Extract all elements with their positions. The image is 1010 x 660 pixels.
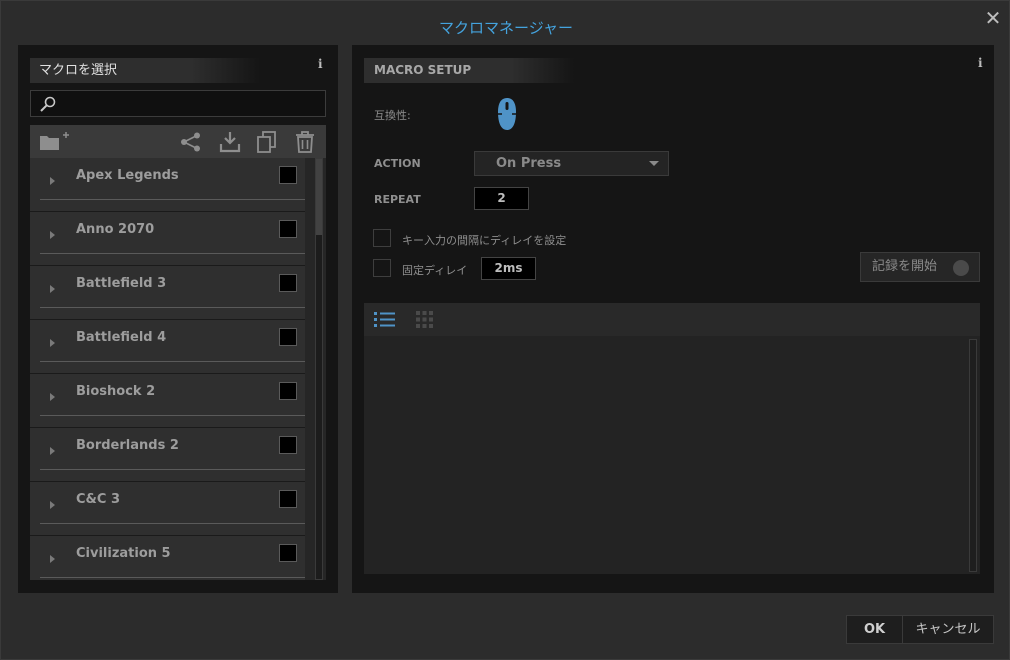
list-item-checkbox[interactable] [279, 382, 297, 400]
chevron-down-icon [649, 161, 659, 166]
copy-icon[interactable] [257, 131, 277, 153]
info-icon[interactable]: i [318, 57, 323, 71]
list-item-checkbox[interactable] [279, 220, 297, 238]
editor-scrollbar[interactable] [969, 339, 977, 572]
macro-list: Apex Legends Anno 2070 Battlefield 3 Bat… [30, 158, 326, 580]
action-value: On Press [496, 156, 562, 171]
expand-arrow-icon[interactable] [50, 231, 55, 239]
list-item-checkbox[interactable] [279, 544, 297, 562]
list-item-checkbox[interactable] [279, 436, 297, 454]
macro-editor [364, 303, 980, 574]
search-icon [40, 96, 56, 112]
fixed-delay-checkbox[interactable] [373, 259, 391, 277]
search-box[interactable] [30, 90, 326, 117]
list-item-label: Bioshock 2 [76, 384, 156, 399]
list-item-label: Anno 2070 [76, 222, 155, 237]
compatibility-label: 互換性: [374, 109, 411, 122]
macro-manager-window: マクロマネージャー ✕ マクロを選択 i Apex Legends Anno 2… [0, 0, 1010, 660]
ok-button[interactable]: OK [847, 616, 903, 643]
list-item-label: Apex Legends [76, 168, 179, 183]
list-item[interactable]: Battlefield 4 [30, 320, 305, 374]
delay-between-keys-label: キー入力の間隔にディレイを設定 [402, 234, 567, 247]
expand-arrow-icon[interactable] [50, 285, 55, 293]
list-item[interactable]: Borderlands 2 [30, 428, 305, 482]
divider [40, 361, 305, 362]
action-dropdown[interactable]: On Press [474, 151, 669, 176]
expand-arrow-icon[interactable] [50, 555, 55, 563]
divider [40, 253, 305, 254]
list-item-checkbox[interactable] [279, 274, 297, 292]
expand-arrow-icon[interactable] [50, 177, 55, 185]
cancel-button[interactable]: キャンセル [903, 616, 993, 643]
list-item-label: Civilization 5 [76, 546, 171, 561]
divider [40, 415, 305, 416]
close-button[interactable]: ✕ [984, 8, 1002, 28]
list-item-label: Battlefield 4 [76, 330, 167, 345]
fixed-delay-input[interactable]: 2ms [481, 257, 536, 280]
repeat-input[interactable]: 2 [474, 187, 529, 210]
window-title: マクロマネージャー [439, 19, 573, 37]
list-item[interactable]: Battlefield 3 [30, 266, 305, 320]
start-recording-button[interactable]: 記録を開始 [860, 252, 980, 282]
record-indicator-icon [953, 260, 969, 276]
list-item[interactable]: C&C 3 [30, 482, 305, 536]
divider [40, 523, 305, 524]
start-recording-label: 記録を開始 [872, 259, 938, 274]
list-scrollbar[interactable] [315, 158, 323, 580]
list-item[interactable]: Civilization 5 [30, 536, 305, 580]
grid-view-icon[interactable] [416, 311, 433, 328]
share-icon[interactable] [180, 132, 202, 152]
macro-select-header: マクロを選択 [30, 58, 260, 83]
editor-toolbar [364, 303, 980, 336]
list-item-label: Battlefield 3 [76, 276, 167, 291]
expand-arrow-icon[interactable] [50, 447, 55, 455]
divider [40, 469, 305, 470]
list-item[interactable]: Apex Legends [30, 158, 305, 212]
scrollbar-thumb[interactable] [316, 159, 322, 235]
search-input[interactable] [61, 93, 321, 114]
macro-select-panel: マクロを選択 i Apex Legends Anno 2070 Battlefi… [18, 45, 338, 593]
repeat-label: REPEAT [374, 193, 421, 206]
list-item-label: Borderlands 2 [76, 438, 179, 453]
expand-arrow-icon[interactable] [50, 339, 55, 347]
expand-arrow-icon[interactable] [50, 501, 55, 509]
new-folder-icon[interactable] [39, 132, 73, 152]
list-item[interactable]: Bioshock 2 [30, 374, 305, 428]
macro-setup-header: MACRO SETUP [364, 58, 574, 83]
dialog-buttons: OK キャンセル [846, 615, 994, 644]
list-view-icon[interactable] [374, 311, 396, 328]
download-icon[interactable] [219, 131, 241, 153]
macro-setup-panel: MACRO SETUP i 互換性: ACTION On Press REPEA… [352, 45, 994, 593]
trash-icon[interactable] [295, 131, 315, 153]
divider [40, 199, 305, 200]
list-item-checkbox[interactable] [279, 328, 297, 346]
list-item-checkbox[interactable] [279, 166, 297, 184]
list-item-checkbox[interactable] [279, 490, 297, 508]
expand-arrow-icon[interactable] [50, 393, 55, 401]
fixed-delay-label: 固定ディレイ [402, 264, 468, 277]
divider [40, 577, 305, 578]
info-icon[interactable]: i [978, 56, 983, 70]
mouse-icon [498, 98, 516, 130]
list-item-label: C&C 3 [76, 492, 120, 507]
divider [40, 307, 305, 308]
macro-list-toolbar [30, 125, 326, 158]
delay-between-keys-checkbox[interactable] [373, 229, 391, 247]
list-item[interactable]: Anno 2070 [30, 212, 305, 266]
action-label: ACTION [374, 157, 421, 170]
